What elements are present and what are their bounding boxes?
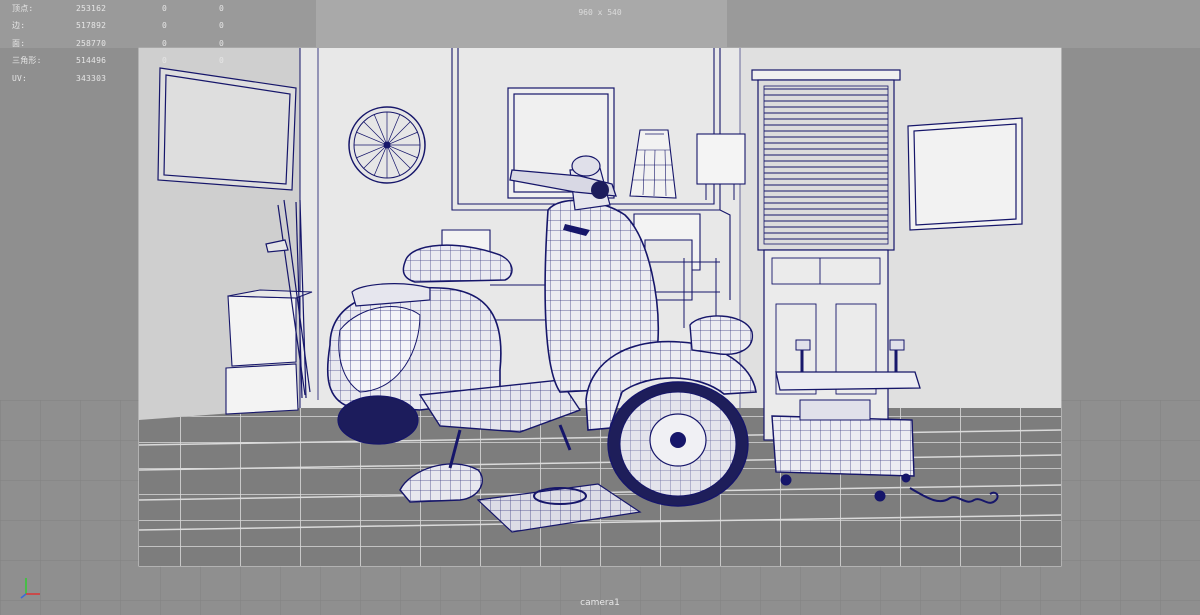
resolution-gate-label: 960 x 540 <box>578 8 622 17</box>
hud-row-triangles: 三角形: 514496 0 0 <box>12 52 252 69</box>
hud-label: 面: <box>12 38 26 48</box>
hud-value: 258770 <box>76 38 107 48</box>
hud-value: 517892 <box>76 21 107 31</box>
hud-value: 0 <box>162 21 168 31</box>
hud-label: UV: <box>12 73 28 83</box>
maya-viewport[interactable]: 顶点: 253162 0 0 边: 517892 0 0 面: 258770 0… <box>0 0 1200 615</box>
hud-value: 0 <box>219 56 225 66</box>
hud-row-edges: 边: 517892 0 0 <box>12 17 252 34</box>
wall-wheel <box>348 106 426 184</box>
camera-name-label: camera1 <box>580 598 620 608</box>
hud-value: 0 <box>162 38 168 48</box>
picture-frame-right <box>907 117 1023 231</box>
hud-value: 0 <box>219 38 225 48</box>
hud-row-faces: 面: 258770 0 0 <box>12 35 252 52</box>
wireframe-scene[interactable] <box>0 0 1200 615</box>
hud-label: 三角形: <box>12 56 42 66</box>
hud-value: 514496 <box>76 56 107 66</box>
hud-value: 0 <box>219 21 225 31</box>
hud-value: 343303 <box>76 73 107 83</box>
hud-value: 0 <box>162 56 168 66</box>
hud-row-uvs: UV: 343303 <box>12 70 252 87</box>
axis-gizmo-icon <box>20 578 40 599</box>
hud-label: 边: <box>12 21 26 31</box>
